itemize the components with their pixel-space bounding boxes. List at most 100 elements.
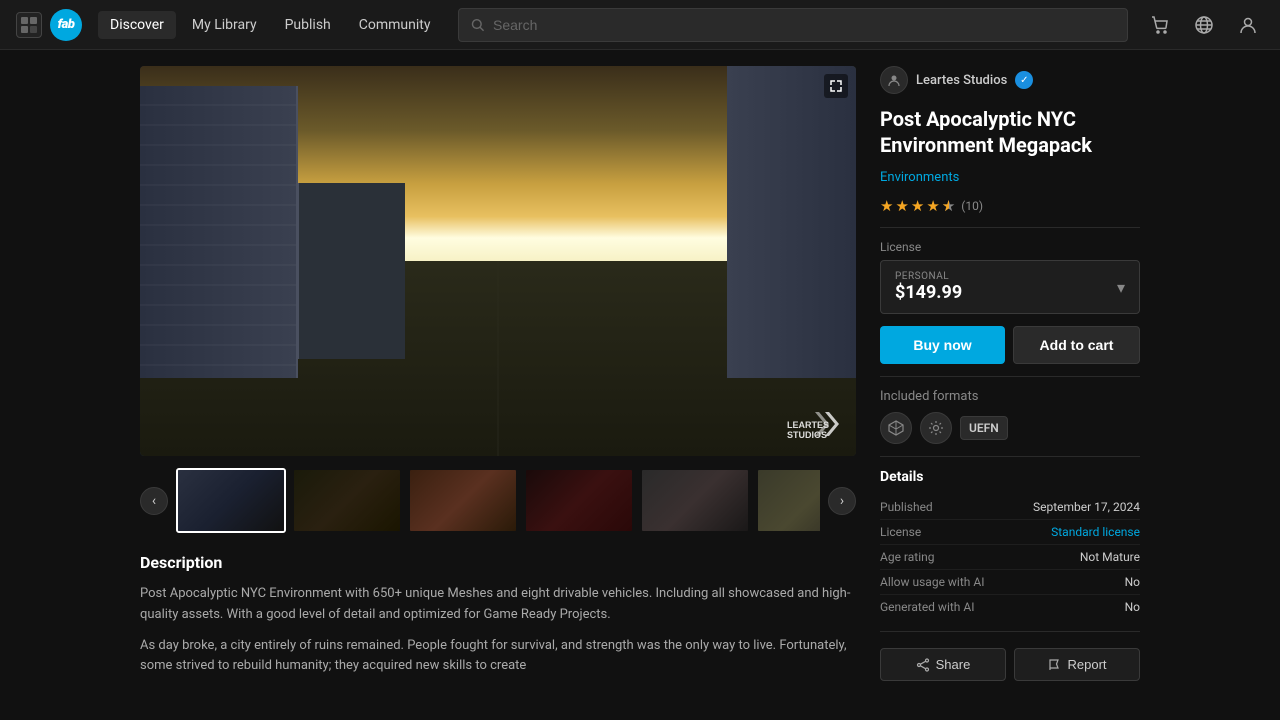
detail-age-key: Age rating bbox=[880, 550, 934, 564]
detail-license: License Standard license bbox=[880, 520, 1140, 545]
expand-button[interactable] bbox=[824, 74, 848, 98]
divider-4 bbox=[880, 631, 1140, 632]
thumb-prev-button[interactable]: ‹ bbox=[140, 487, 168, 515]
detail-ai-gen: Generated with AI No bbox=[880, 595, 1140, 619]
report-button[interactable]: Report bbox=[1014, 648, 1140, 681]
globe-button[interactable] bbox=[1188, 9, 1220, 41]
detail-ai-usage-val: No bbox=[1125, 575, 1140, 589]
format-badge-uefn: UEFN bbox=[960, 416, 1008, 440]
cart-button[interactable] bbox=[1144, 9, 1176, 41]
right-panel: Leartes Studios ✓ Post Apocalyptic NYC E… bbox=[880, 66, 1140, 704]
nav-links: Discover My Library Publish Community bbox=[98, 11, 442, 39]
app-icon[interactable] bbox=[16, 12, 42, 38]
verified-badge: ✓ bbox=[1015, 71, 1033, 89]
report-label: Report bbox=[1067, 657, 1106, 672]
seller-row: Leartes Studios ✓ bbox=[880, 66, 1140, 94]
product-title: Post Apocalyptic NYC Environment Megapac… bbox=[880, 106, 1140, 158]
product-category[interactable]: Environments bbox=[880, 170, 1140, 185]
rating-row: ★ ★ ★ ★ ★★ (10) bbox=[880, 197, 1140, 215]
scene-building-left bbox=[140, 86, 298, 379]
format-icon-gear bbox=[920, 412, 952, 444]
formats-label: Included formats bbox=[880, 389, 1140, 404]
license-info: PERSONAL $149.99 bbox=[895, 271, 962, 303]
license-select[interactable]: PERSONAL $149.99 ▾ bbox=[880, 260, 1140, 314]
description-title: Description bbox=[140, 553, 856, 572]
share-label: Share bbox=[936, 657, 971, 672]
details-title: Details bbox=[880, 469, 1140, 485]
nav-right bbox=[1144, 9, 1264, 41]
thumb-1-bg bbox=[178, 470, 284, 531]
user-button[interactable] bbox=[1232, 9, 1264, 41]
rating-count: (10) bbox=[961, 199, 983, 213]
thumb-4-bg bbox=[526, 470, 632, 531]
detail-published-key: Published bbox=[880, 500, 933, 514]
thumbnail-6[interactable] bbox=[756, 468, 820, 533]
seller-avatar bbox=[880, 66, 908, 94]
thumbnail-5[interactable] bbox=[640, 468, 750, 533]
report-icon bbox=[1047, 658, 1061, 672]
share-icon bbox=[916, 658, 930, 672]
formats-row: UEFN bbox=[880, 412, 1140, 444]
star-2: ★ bbox=[895, 197, 908, 215]
fab-logo[interactable]: fab bbox=[50, 9, 82, 41]
thumb-2-bg bbox=[294, 470, 400, 531]
star-1: ★ bbox=[880, 197, 893, 215]
buy-now-button[interactable]: Buy now bbox=[880, 326, 1005, 364]
nav-my-library[interactable]: My Library bbox=[180, 11, 269, 39]
search-bar[interactable] bbox=[458, 8, 1128, 42]
thumbnail-1[interactable] bbox=[176, 468, 286, 533]
star-4: ★ bbox=[926, 197, 939, 215]
nav-community[interactable]: Community bbox=[347, 11, 443, 39]
thumb-next-button[interactable]: › bbox=[828, 487, 856, 515]
divider-2 bbox=[880, 376, 1140, 377]
description-text-1: Post Apocalyptic NYC Environment with 65… bbox=[140, 584, 856, 626]
detail-ai-usage-key: Allow usage with AI bbox=[880, 575, 984, 589]
search-input[interactable] bbox=[493, 17, 1115, 33]
main-content: LEARTES STUDIOS ‹ bbox=[0, 50, 1280, 720]
share-button[interactable]: Share bbox=[880, 648, 1006, 681]
detail-age: Age rating Not Mature bbox=[880, 545, 1140, 570]
leartes-watermark: LEARTES STUDIOS bbox=[785, 408, 840, 440]
action-buttons: Share Report bbox=[880, 648, 1140, 681]
main-image-bg: LEARTES STUDIOS bbox=[140, 66, 856, 456]
thumb-3-bg bbox=[410, 470, 516, 531]
scene-building-right bbox=[727, 66, 856, 378]
divider-3 bbox=[880, 456, 1140, 457]
add-to-cart-button[interactable]: Add to cart bbox=[1013, 326, 1140, 364]
detail-license-val[interactable]: Standard license bbox=[1051, 525, 1140, 539]
scene-building-center bbox=[298, 183, 405, 359]
detail-published-val: September 17, 2024 bbox=[1033, 500, 1140, 514]
license-label: License bbox=[880, 240, 1140, 254]
license-section: License PERSONAL $149.99 ▾ bbox=[880, 240, 1140, 314]
star-rating: ★ ★ ★ ★ ★★ bbox=[880, 197, 955, 215]
star-5: ★★ bbox=[942, 197, 955, 215]
thumbnail-4[interactable] bbox=[524, 468, 634, 533]
formats-section: Included formats UEFN bbox=[880, 389, 1140, 444]
details-section: Details Published September 17, 2024 Lic… bbox=[880, 469, 1140, 619]
details-table: Published September 17, 2024 License Sta… bbox=[880, 495, 1140, 619]
detail-ai-gen-key: Generated with AI bbox=[880, 600, 974, 614]
logo-area: fab bbox=[16, 9, 82, 41]
navbar: fab Discover My Library Publish Communit… bbox=[0, 0, 1280, 50]
thumb-5-bg bbox=[642, 470, 748, 531]
chevron-down-icon: ▾ bbox=[1117, 278, 1125, 297]
search-icon bbox=[471, 18, 485, 32]
detail-age-val: Not Mature bbox=[1080, 550, 1140, 564]
thumbnails-row: ‹ › bbox=[140, 468, 856, 533]
main-image: LEARTES STUDIOS bbox=[140, 66, 856, 456]
detail-published: Published September 17, 2024 bbox=[880, 495, 1140, 520]
seller-name[interactable]: Leartes Studios bbox=[916, 73, 1007, 88]
thumbnail-3[interactable] bbox=[408, 468, 518, 533]
thumb-6-bg bbox=[758, 470, 820, 531]
thumbnail-2[interactable] bbox=[292, 468, 402, 533]
format-icon-ue5 bbox=[880, 412, 912, 444]
divider-1 bbox=[880, 227, 1140, 228]
detail-ai-usage: Allow usage with AI No bbox=[880, 570, 1140, 595]
license-price: $149.99 bbox=[895, 282, 962, 303]
nav-discover[interactable]: Discover bbox=[98, 11, 176, 39]
detail-license-key: License bbox=[880, 525, 921, 539]
description-text-2: As day broke, a city entirely of ruins r… bbox=[140, 636, 856, 678]
buy-buttons: Buy now Add to cart bbox=[880, 326, 1140, 364]
nav-publish[interactable]: Publish bbox=[273, 11, 343, 39]
left-panel: LEARTES STUDIOS ‹ bbox=[140, 66, 856, 704]
